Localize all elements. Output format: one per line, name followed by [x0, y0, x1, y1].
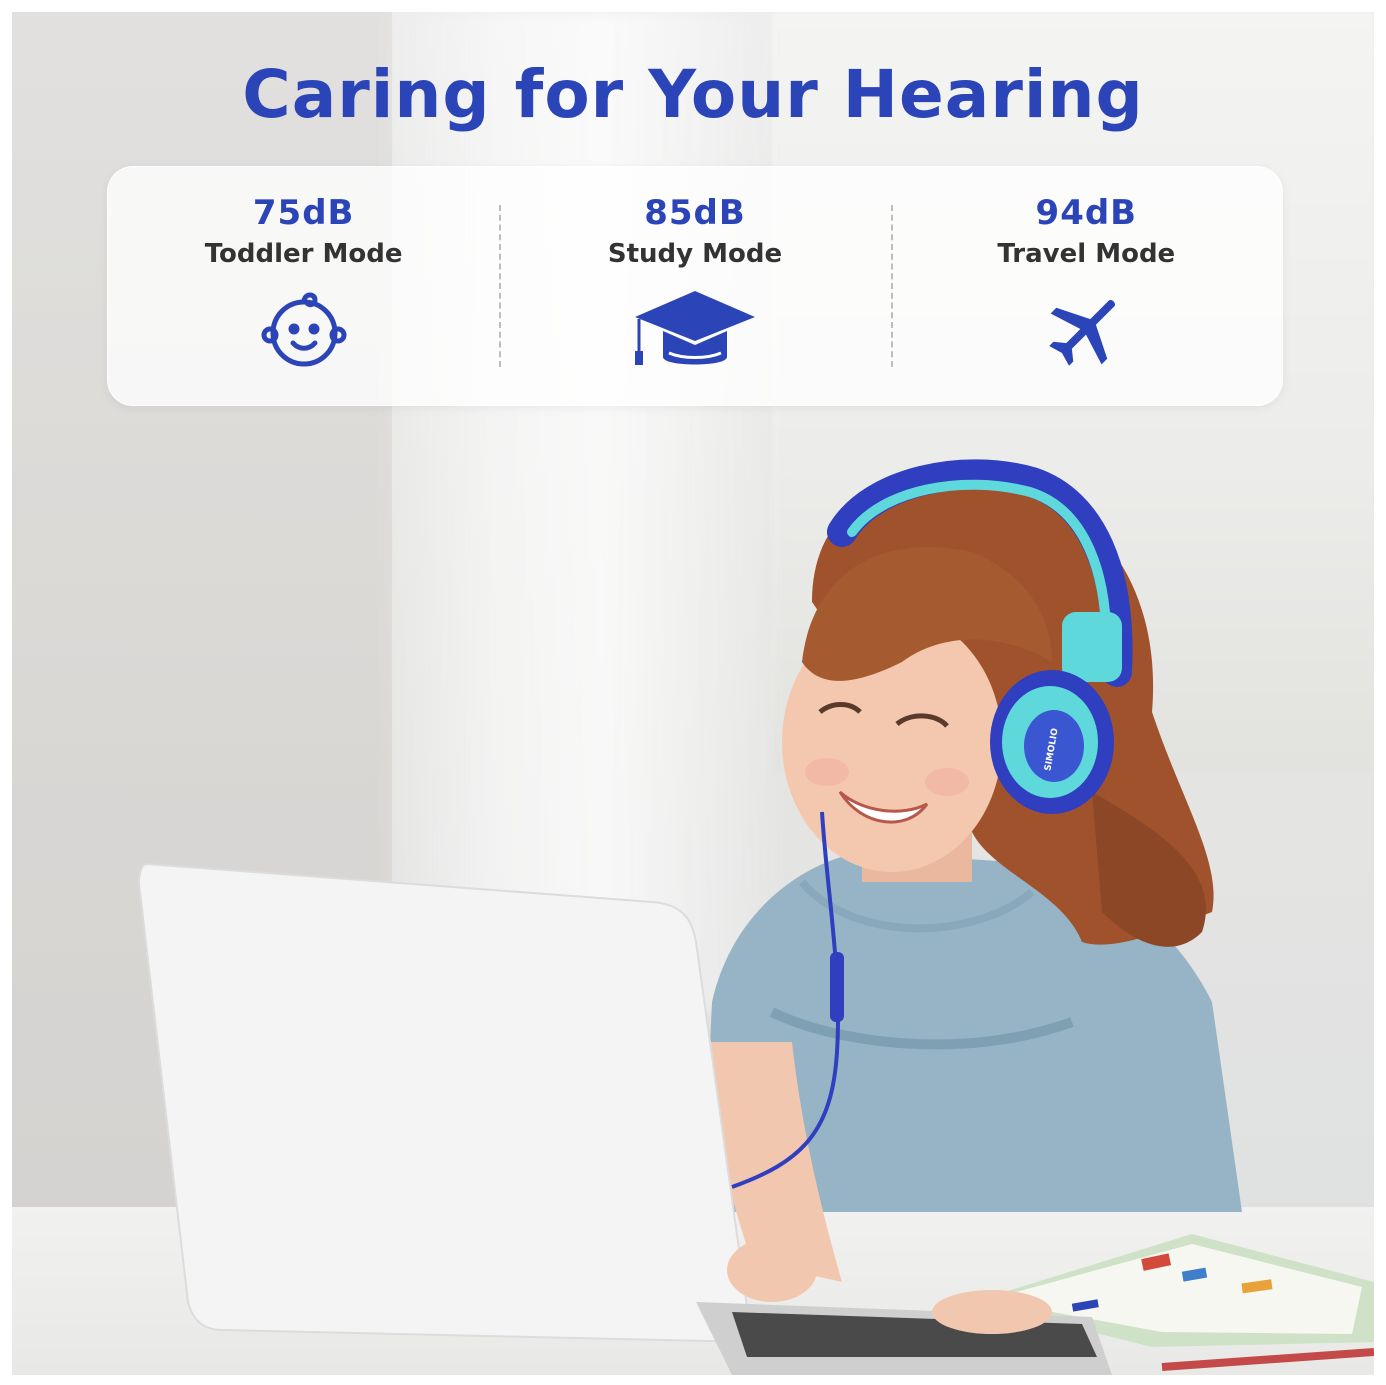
airplane-icon: [1049, 300, 1116, 366]
mode-label: Toddler Mode: [204, 239, 403, 269]
mode-db-value: 85dB: [644, 193, 746, 233]
product-image: SIMOLIO Caring for Your Hearing 75dB Tod…: [12, 12, 1374, 1375]
mode-label: Travel Mode: [997, 239, 1176, 269]
page-title: Caring for Your Hearing: [242, 56, 1144, 133]
mode-travel: 94dB Travel Mode: [890, 167, 1282, 405]
mode-db-value: 94dB: [1035, 193, 1138, 233]
mode-db-value: 75dB: [252, 193, 355, 233]
mode-study: 85dB Study Mode: [499, 167, 890, 405]
hearing-modes-card: 75dB Toddler Mode 85dB Study Mode 94dB T…: [107, 166, 1283, 406]
mode-toddler: 75dB Toddler Mode: [108, 167, 499, 405]
mode-label: Study Mode: [607, 239, 783, 269]
baby-face-icon: [261, 292, 347, 367]
graduation-cap-icon: [634, 291, 755, 365]
